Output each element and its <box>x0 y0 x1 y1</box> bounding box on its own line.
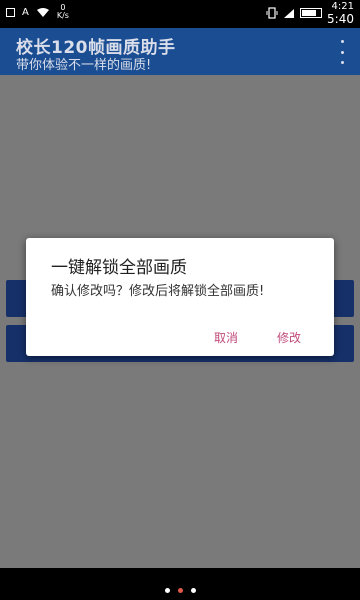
bottom-bar <box>0 568 360 600</box>
network-speed-unit: K/s <box>56 11 69 20</box>
dialog-title: 一键解锁全部画质 <box>51 258 187 278</box>
notification-badge: A <box>22 6 29 18</box>
dialog-message: 确认修改吗？修改后将解锁全部画质! <box>51 284 265 299</box>
network-speed: 0 K/s <box>57 4 69 20</box>
app-subtitle: 带你体验不一样的画质! <box>16 58 152 73</box>
app-bar: 校长120帧画质助手 带你体验不一样的画质! <box>0 28 360 75</box>
confirm-button[interactable]: 修改 <box>277 329 301 346</box>
status-time: 5:40 <box>327 12 354 26</box>
page-dot[interactable] <box>164 588 170 593</box>
signal-icon <box>284 8 295 18</box>
notification-icon <box>6 7 15 17</box>
wifi-icon <box>36 7 49 17</box>
menu-dot-icon <box>340 50 344 54</box>
menu-dot-icon <box>340 61 344 64</box>
page-dot[interactable] <box>190 588 196 593</box>
confirm-dialog: 一键解锁全部画质 确认修改吗？修改后将解锁全部画质! 取消 修改 <box>26 238 334 356</box>
battery-icon <box>300 8 323 18</box>
page-indicator <box>0 588 360 593</box>
page-dot-active[interactable] <box>177 588 183 593</box>
status-bar: A 0 K/s 4:21 5:40 <box>0 0 360 28</box>
menu-dot-icon <box>340 40 344 43</box>
vibrate-icon <box>266 7 278 19</box>
overflow-menu-button[interactable] <box>336 40 348 64</box>
cancel-button[interactable]: 取消 <box>214 329 238 346</box>
